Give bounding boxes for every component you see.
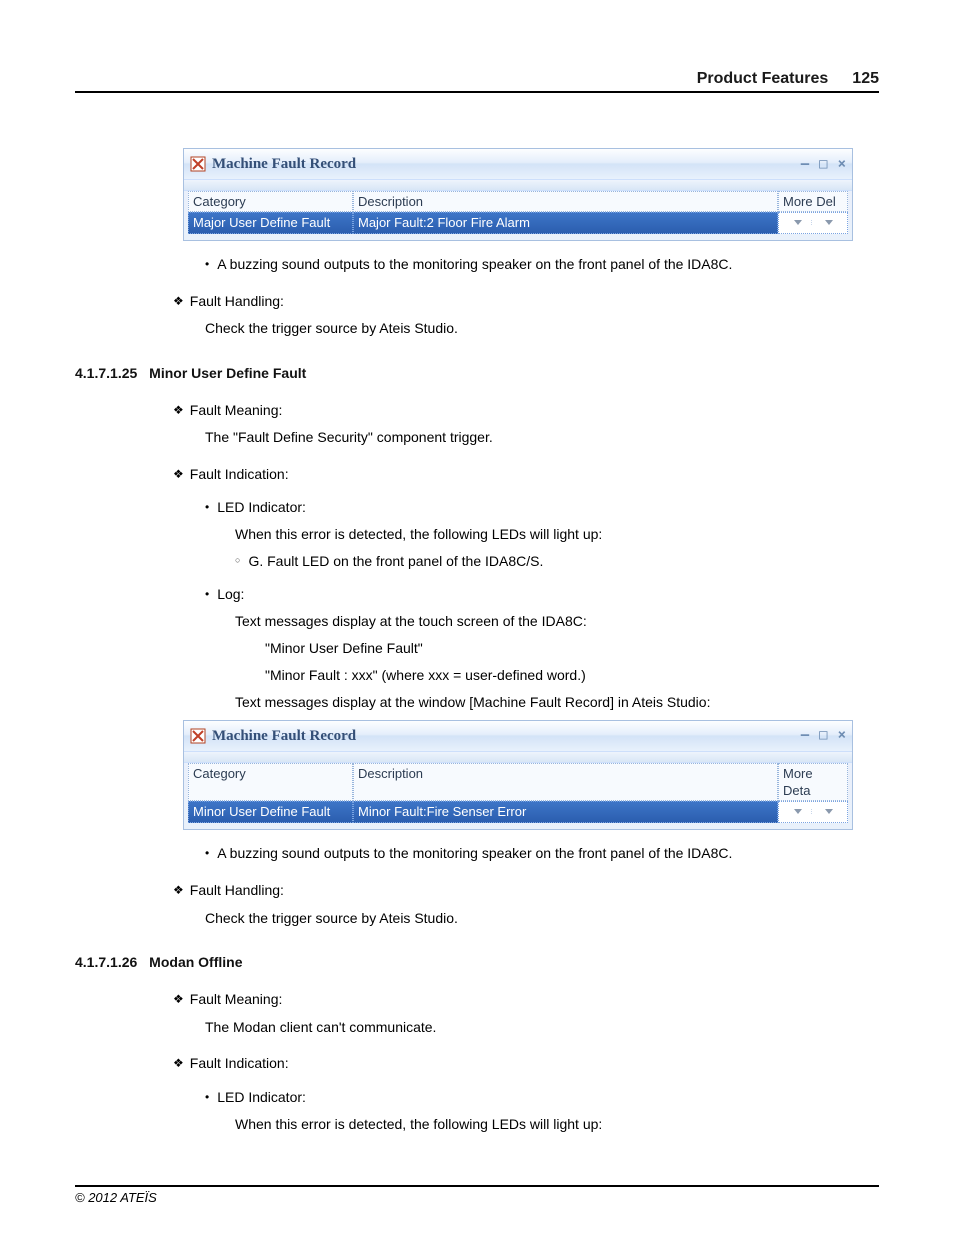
paragraph: Text messages display at the touch scree… bbox=[75, 612, 879, 631]
text: LED Indicator: bbox=[217, 1088, 306, 1107]
app-icon bbox=[190, 728, 206, 744]
cell-category: Major User Define Fault bbox=[188, 212, 353, 235]
table-header-row: Category Description More Deta bbox=[188, 763, 848, 801]
text: Fault Handling: bbox=[190, 292, 284, 311]
section-title: Modan Offline bbox=[149, 954, 242, 970]
list-item: LED Indicator: bbox=[75, 498, 879, 517]
table-row[interactable]: Minor User Define Fault Minor Fault:Fire… bbox=[188, 801, 848, 824]
text: A buzzing sound outputs to the monitorin… bbox=[217, 844, 732, 863]
page-footer: © 2012 ATEÏS bbox=[75, 1185, 879, 1205]
window-body: Category Description More Deta Minor Use… bbox=[184, 763, 852, 830]
close-icon[interactable]: × bbox=[838, 155, 846, 174]
cell-more-dropdown[interactable] bbox=[778, 801, 848, 824]
table-header-row: Category Description More Del bbox=[188, 191, 848, 212]
text: G. Fault LED on the front panel of the I… bbox=[248, 552, 543, 571]
text: Fault Indication: bbox=[190, 465, 289, 484]
paragraph: The "Fault Define Security" component tr… bbox=[75, 428, 879, 447]
window-title: Machine Fault Record bbox=[212, 726, 791, 746]
section-title: Minor User Define Fault bbox=[149, 365, 306, 381]
page-number: 125 bbox=[852, 70, 879, 88]
list-item: LED Indicator: bbox=[75, 1088, 879, 1107]
col-description[interactable]: Description bbox=[353, 191, 778, 212]
machine-fault-record-window: Machine Fault Record – □ × Category Desc… bbox=[183, 720, 853, 831]
list-item: Fault Meaning: bbox=[75, 990, 879, 1009]
text: A buzzing sound outputs to the monitorin… bbox=[217, 255, 732, 274]
section-heading: 4.1.7.1.26 Modan Offline bbox=[75, 953, 879, 972]
paragraph: When this error is detected, the followi… bbox=[75, 1115, 879, 1134]
text: LED Indicator: bbox=[217, 498, 306, 517]
section-number: 4.1.7.1.25 bbox=[75, 365, 137, 381]
text: Fault Handling: bbox=[190, 881, 284, 900]
chevron-down-icon bbox=[825, 220, 833, 225]
minimize-icon[interactable]: – bbox=[801, 726, 809, 745]
list-item: Fault Indication: bbox=[75, 465, 879, 484]
list-item: Fault Meaning: bbox=[75, 401, 879, 420]
maximize-icon[interactable]: □ bbox=[819, 726, 827, 745]
window-toolbar bbox=[184, 179, 852, 191]
list-item: A buzzing sound outputs to the monitorin… bbox=[75, 844, 879, 863]
paragraph: The Modan client can't communicate. bbox=[75, 1018, 879, 1037]
paragraph: Check the trigger source by Ateis Studio… bbox=[75, 909, 879, 928]
table-row[interactable]: Major User Define Fault Major Fault:2 Fl… bbox=[188, 212, 848, 235]
cell-category: Minor User Define Fault bbox=[188, 801, 353, 824]
paragraph: Text messages display at the window [Mac… bbox=[75, 693, 879, 712]
copyright: © 2012 ATEÏS bbox=[75, 1190, 157, 1205]
page-content: Machine Fault Record – □ × Category Desc… bbox=[75, 148, 879, 1133]
paragraph: When this error is detected, the followi… bbox=[75, 525, 879, 544]
paragraph: "Minor Fault : xxx" (where xxx = user-de… bbox=[75, 666, 879, 685]
text: Fault Meaning: bbox=[190, 990, 283, 1009]
col-category[interactable]: Category bbox=[188, 763, 353, 801]
window-title: Machine Fault Record bbox=[212, 154, 791, 174]
list-item: G. Fault LED on the front panel of the I… bbox=[75, 552, 879, 571]
minimize-icon[interactable]: – bbox=[801, 155, 809, 174]
cell-description: Minor Fault:Fire Senser Error bbox=[353, 801, 778, 824]
paragraph: Check the trigger source by Ateis Studio… bbox=[75, 319, 879, 338]
section-number: 4.1.7.1.26 bbox=[75, 954, 137, 970]
list-item: Fault Handling: bbox=[75, 292, 879, 311]
chevron-down-icon bbox=[825, 809, 833, 814]
app-icon bbox=[190, 156, 206, 172]
text: Log: bbox=[217, 585, 244, 604]
page-header: Product Features 125 bbox=[75, 70, 879, 93]
text: Fault Indication: bbox=[190, 1054, 289, 1073]
col-description[interactable]: Description bbox=[353, 763, 778, 801]
list-item: Fault Indication: bbox=[75, 1054, 879, 1073]
cell-more-dropdown[interactable] bbox=[778, 212, 848, 235]
window-titlebar: Machine Fault Record – □ × bbox=[184, 721, 852, 751]
text: Fault Meaning: bbox=[190, 401, 283, 420]
page: Product Features 125 Machine Fault Recor… bbox=[0, 0, 954, 1235]
maximize-icon[interactable]: □ bbox=[819, 155, 827, 174]
list-item: Log: bbox=[75, 585, 879, 604]
list-item: Fault Handling: bbox=[75, 881, 879, 900]
header-title: Product Features bbox=[697, 70, 829, 88]
window-titlebar: Machine Fault Record – □ × bbox=[184, 149, 852, 179]
col-more-detail[interactable]: More Deta bbox=[778, 763, 848, 801]
machine-fault-record-window: Machine Fault Record – □ × Category Desc… bbox=[183, 148, 853, 241]
section-heading: 4.1.7.1.25 Minor User Define Fault bbox=[75, 364, 879, 383]
list-item: A buzzing sound outputs to the monitorin… bbox=[75, 255, 879, 274]
cell-description: Major Fault:2 Floor Fire Alarm bbox=[353, 212, 778, 235]
window-toolbar bbox=[184, 751, 852, 763]
chevron-down-icon bbox=[794, 220, 802, 225]
col-category[interactable]: Category bbox=[188, 191, 353, 212]
col-more-detail[interactable]: More Del bbox=[778, 191, 848, 212]
close-icon[interactable]: × bbox=[838, 726, 846, 745]
window-body: Category Description More Del Major User… bbox=[184, 191, 852, 240]
chevron-down-icon bbox=[794, 809, 802, 814]
paragraph: "Minor User Define Fault" bbox=[75, 639, 879, 658]
